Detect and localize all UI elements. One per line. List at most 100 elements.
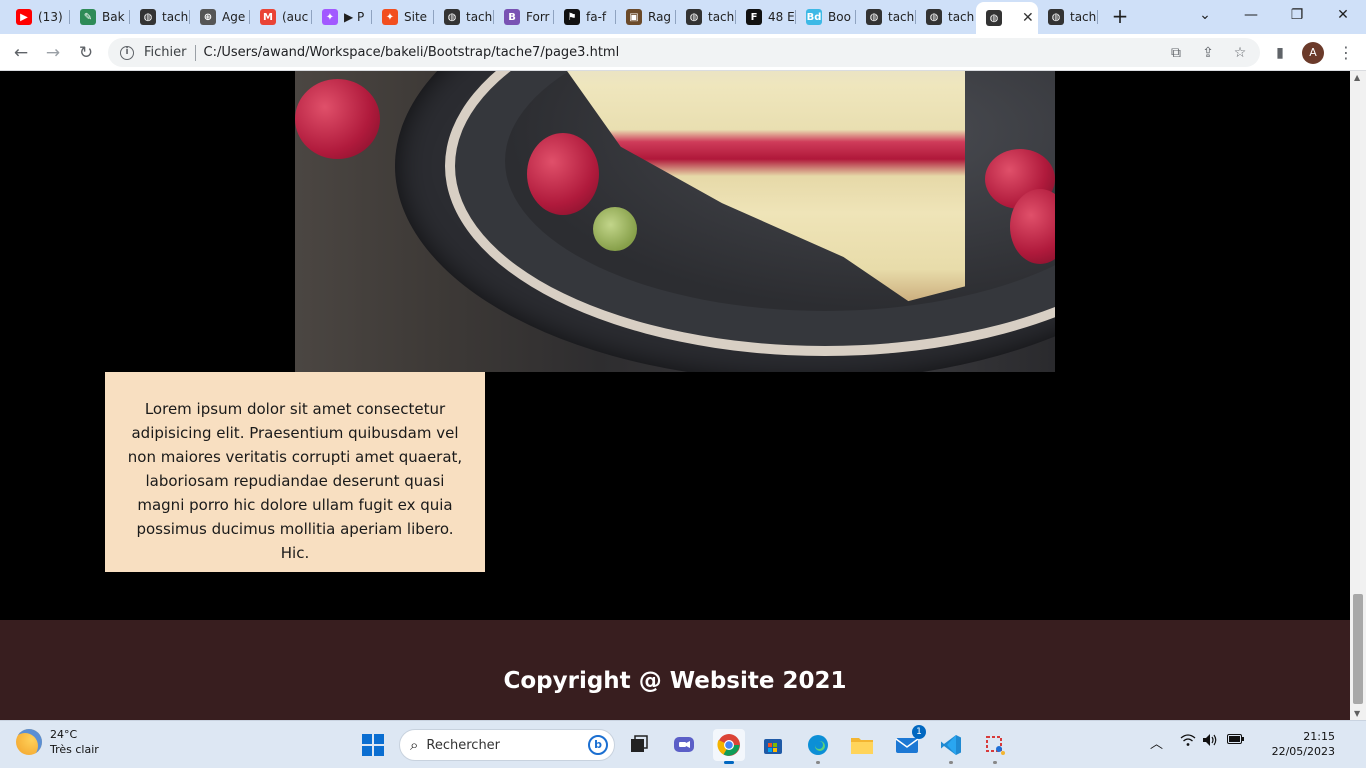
clock-time: 21:15 bbox=[1303, 730, 1335, 743]
tab-title: tach bbox=[162, 10, 189, 24]
youtube-icon: ▶ bbox=[16, 9, 32, 25]
tab-tache-1[interactable]: ◍ tach bbox=[130, 4, 190, 30]
tab-tache-2[interactable]: ◍ tach bbox=[434, 4, 494, 30]
reload-icon[interactable]: ↻ bbox=[75, 42, 97, 64]
taskbar-search-input[interactable]: ⌕ Rechercher b bbox=[399, 729, 615, 761]
windows-start-icon[interactable] bbox=[357, 729, 389, 761]
web-icon: ⊕ bbox=[200, 9, 216, 25]
info-icon[interactable]: i bbox=[120, 45, 134, 60]
search-placeholder: Rechercher bbox=[426, 737, 501, 753]
ms-store-icon[interactable] bbox=[757, 729, 789, 761]
scroll-up-icon[interactable]: ▲ bbox=[1354, 73, 1360, 82]
weather-temp: 24°C bbox=[50, 728, 78, 741]
file-explorer-icon[interactable] bbox=[846, 729, 878, 761]
close-tab-icon[interactable]: ✕ bbox=[1022, 10, 1034, 26]
flag-icon: ⚑ bbox=[564, 9, 580, 25]
profile-avatar[interactable]: A bbox=[1302, 42, 1324, 64]
tab-tache-5[interactable]: ◍ tach bbox=[916, 4, 976, 30]
wifi-icon[interactable] bbox=[1180, 733, 1196, 751]
tab-search-chevron-icon[interactable]: ⌄ bbox=[1182, 0, 1228, 30]
bookmark-star-icon[interactable]: ☆ bbox=[1230, 43, 1250, 63]
lorem-card: Lorem ipsum dolor sit amet consectetur a… bbox=[105, 372, 485, 572]
tab-figma-play[interactable]: ✦ ▶ P bbox=[312, 4, 372, 30]
tab-bakeli[interactable]: ✎ Bak bbox=[70, 4, 130, 30]
page-footer: Copyright @ Website 2021 bbox=[0, 620, 1350, 720]
task-view-icon[interactable] bbox=[623, 729, 655, 761]
moon-weather-icon bbox=[16, 729, 42, 755]
side-panel-icon[interactable]: ▮ bbox=[1270, 43, 1290, 63]
snipping-tool-icon[interactable] bbox=[979, 729, 1011, 764]
card-text: Lorem ipsum dolor sit amet consectetur a… bbox=[127, 400, 463, 562]
tab-title: Site bbox=[404, 10, 428, 24]
browser-tab-strip: ▶ (13) ✎ Bak ◍ tach ⊕ Age M (auc ✦ ▶ P ✦… bbox=[0, 0, 1366, 34]
chrome-icon[interactable] bbox=[713, 729, 745, 764]
tab-bootstrap-docs[interactable]: Bd Boo bbox=[796, 4, 856, 30]
tab-tache-3[interactable]: ◍ tach bbox=[676, 4, 736, 30]
scroll-down-icon[interactable]: ▼ bbox=[1354, 709, 1360, 718]
restore-button[interactable]: ❐ bbox=[1274, 0, 1320, 30]
mail-badge: 1 bbox=[912, 725, 926, 739]
minimize-button[interactable]: — bbox=[1228, 0, 1274, 30]
bakeli-icon: ✎ bbox=[80, 9, 96, 25]
tab-title: (13) bbox=[38, 10, 63, 24]
tab-title: Bak bbox=[102, 10, 125, 24]
tab-bootstrap-forms[interactable]: B Forr bbox=[494, 4, 554, 30]
edge-icon[interactable] bbox=[802, 729, 834, 764]
globe-icon: ◍ bbox=[866, 9, 882, 25]
tab-figma-site[interactable]: ✦ Site bbox=[372, 4, 434, 30]
tab-title: tach bbox=[888, 10, 915, 24]
tab-tache-6[interactable]: ◍ tach bbox=[1038, 4, 1098, 30]
tab-youtube[interactable]: ▶ (13) bbox=[6, 4, 70, 30]
tab-fontawesome[interactable]: ⚑ fa-f bbox=[554, 4, 616, 30]
tab-tache-4[interactable]: ◍ tach bbox=[856, 4, 916, 30]
close-window-button[interactable]: ✕ bbox=[1320, 0, 1366, 30]
show-hidden-icons-chevron-icon[interactable]: ︿ bbox=[1150, 733, 1163, 752]
scheme-label: Fichier bbox=[144, 45, 187, 60]
page-viewport: Lorem ipsum dolor sit amet consectetur a… bbox=[0, 71, 1350, 720]
vscode-icon[interactable] bbox=[935, 729, 967, 764]
weather-condition: Très clair bbox=[50, 743, 99, 756]
tab-gmail[interactable]: M (auc bbox=[250, 4, 312, 30]
tab-image[interactable]: ▣ Rag bbox=[616, 4, 676, 30]
windows-taskbar: 24°C Très clair ⌕ Rechercher b 1 ︿ 21:15… bbox=[0, 720, 1366, 768]
share-icon[interactable]: ⇪ bbox=[1198, 43, 1218, 63]
scrollbar-thumb[interactable] bbox=[1353, 594, 1363, 704]
tab-title: Age bbox=[222, 10, 246, 24]
globe-icon: ◍ bbox=[686, 9, 702, 25]
globe-icon: ◍ bbox=[444, 9, 460, 25]
tab-active[interactable]: ◍ ✕ bbox=[976, 2, 1038, 34]
teams-chat-icon[interactable] bbox=[668, 729, 700, 761]
translate-icon[interactable]: ⧉ bbox=[1166, 43, 1186, 63]
tab-title: Forr bbox=[526, 10, 550, 24]
gmail-icon: M bbox=[260, 9, 276, 25]
tab-agence[interactable]: ⊕ Age bbox=[190, 4, 250, 30]
search-icon: ⌕ bbox=[410, 736, 419, 754]
url-text[interactable]: C:/Users/awand/Workspace/bakeli/Bootstra… bbox=[204, 45, 620, 60]
tab-fonts[interactable]: F 48 E bbox=[736, 4, 796, 30]
tab-title: ▶ P bbox=[344, 10, 365, 24]
figma-icon: ✦ bbox=[382, 9, 398, 25]
clock-date: 22/05/2023 bbox=[1271, 745, 1335, 758]
bing-icon[interactable]: b bbox=[588, 735, 608, 755]
tab-title: tach bbox=[1070, 10, 1097, 24]
new-tab-button[interactable]: + bbox=[1110, 6, 1130, 26]
system-clock[interactable]: 21:15 22/05/2023 bbox=[1255, 729, 1335, 759]
browser-toolbar: ← → ↻ i Fichier C:/Users/awand/Workspace… bbox=[0, 34, 1366, 71]
tab-title: Boo bbox=[828, 10, 851, 24]
bd-icon: Bd bbox=[806, 9, 822, 25]
back-arrow-icon[interactable]: ← bbox=[10, 42, 32, 64]
globe-icon: ◍ bbox=[986, 10, 1002, 26]
battery-icon[interactable] bbox=[1227, 733, 1245, 749]
page-scrollbar[interactable]: ▲ ▼ bbox=[1350, 71, 1366, 720]
globe-icon: ◍ bbox=[140, 9, 156, 25]
volume-icon[interactable] bbox=[1202, 733, 1220, 751]
address-bar[interactable]: i Fichier C:/Users/awand/Workspace/bakel… bbox=[108, 38, 1260, 67]
tab-title: (auc bbox=[282, 10, 309, 24]
tab-title: tach bbox=[466, 10, 493, 24]
mail-icon[interactable]: 1 bbox=[891, 725, 926, 761]
copyright-text: Copyright @ Website 2021 bbox=[503, 668, 847, 694]
weather-widget[interactable]: 24°C Très clair bbox=[16, 727, 99, 757]
forward-arrow-icon[interactable]: → bbox=[42, 42, 64, 64]
menu-dots-icon[interactable]: ⋮ bbox=[1336, 42, 1356, 64]
figma-icon: ✦ bbox=[322, 9, 338, 25]
